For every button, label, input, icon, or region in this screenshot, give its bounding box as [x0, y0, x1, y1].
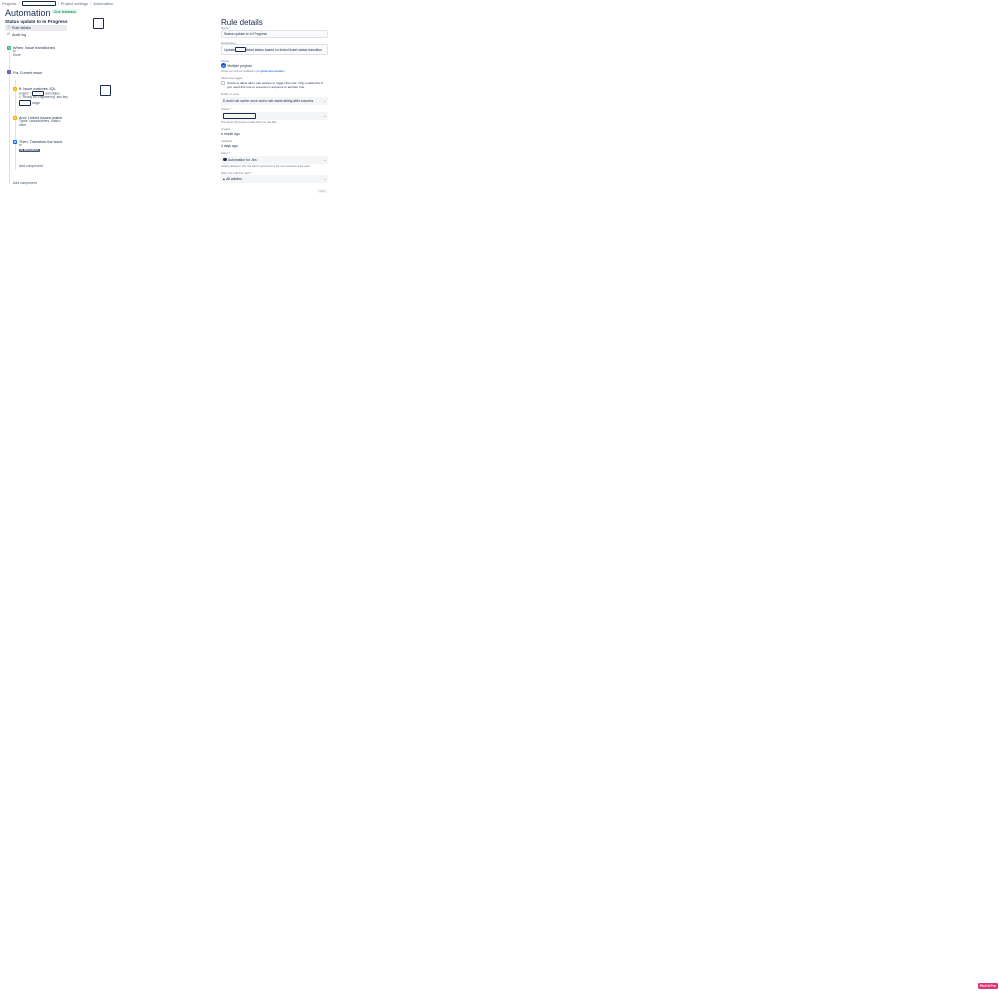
description-field[interactable]: Update ticket status based on linked tic…	[221, 44, 328, 55]
projects-icon: ⊞	[221, 63, 226, 68]
actor-label: Actor *	[221, 151, 230, 155]
updated-label: Updated	[221, 139, 232, 143]
chevron-down-icon: ⌄	[323, 157, 326, 162]
scope-value: Multiple projects	[227, 63, 253, 68]
placeholder-box	[93, 18, 104, 29]
branch-step[interactable]: For Current issue	[13, 71, 42, 75]
info-icon: ⓘ	[7, 25, 11, 30]
description-suffix: ticket status based on linked ticket sta…	[245, 47, 323, 52]
action-icon: ⇄	[13, 140, 17, 144]
trigger-icon: ↯	[7, 46, 11, 50]
allow-trigger-text-line: you need this rule to execute in respons…	[227, 85, 306, 90]
edit-permission-value: All admins	[226, 177, 242, 181]
actor-value: Automation for Jira	[228, 157, 257, 162]
sidebar-item-audit-log[interactable]: ↺ Audit log	[5, 32, 67, 38]
add-component-outer-button[interactable]: Add component	[13, 181, 37, 185]
breadcrumb-project-redacted[interactable]	[21, 1, 56, 6]
watermark-badge: Pixlr'd Pro	[978, 983, 998, 989]
actor-value-row: Automation for Jira	[223, 158, 256, 162]
chevron-down-icon: ⌄	[323, 177, 326, 181]
redacted-text	[234, 46, 246, 53]
scope-value-row: ⊞ Multiple projects	[221, 63, 252, 68]
trigger-title: When: Issue transitioned	[13, 46, 55, 50]
condition-line: range	[19, 99, 69, 106]
breadcrumb-projects[interactable]: Projects	[2, 1, 16, 6]
save-button[interactable]: Save	[317, 189, 327, 193]
page-title: Automation	[5, 8, 51, 18]
name-field[interactable]: Status update to In Progress	[221, 30, 328, 38]
actor-select[interactable]: Automation for Jira ⌄	[221, 155, 328, 164]
add-component-inner-button[interactable]: Add component	[19, 164, 43, 168]
condition-text: range	[31, 100, 41, 105]
sidebar-item-label: Rule details	[12, 25, 31, 30]
breadcrumb-separator: /	[18, 1, 20, 6]
global-administration-link[interactable]: global administration	[261, 70, 285, 73]
breadcrumb-separator: /	[57, 1, 59, 6]
redacted-text	[19, 99, 31, 106]
sidebar-item-label: Audit log	[12, 32, 26, 37]
placeholder-box	[100, 85, 111, 96]
status-lozenge: IN PROGRESS	[19, 148, 41, 152]
action-title: Then: Transition the issue	[19, 140, 63, 144]
chevron-down-icon: ⌄	[323, 98, 326, 103]
scope-help-text: Scope can only be modified in the	[221, 70, 261, 73]
creator-value: a month ago	[221, 132, 240, 136]
linked-condition-icon: ⋔	[13, 116, 17, 120]
notify-label: Notify on error	[221, 92, 240, 96]
scope-help: Scope can only be modified in the global…	[221, 70, 284, 73]
owner-select[interactable]: ⌄	[221, 111, 328, 120]
owner-help: The owner will receive emails when the r…	[221, 121, 278, 124]
trigger-line: Done	[13, 52, 21, 57]
updated-value: 4 days ago	[221, 144, 238, 148]
allow-trigger-text: Check to allow other rule actions to tri…	[227, 81, 323, 89]
allow-trigger-label: Allow rule trigger	[221, 76, 243, 80]
condition-icon: ⋔	[13, 87, 17, 91]
notify-value: E-mail rule owner once when rule starts …	[223, 98, 314, 103]
trigger-step[interactable]: When: Issue transitioned to Done	[13, 46, 55, 58]
feedback-button[interactable]: Give feedback	[52, 9, 78, 14]
transition-action-step[interactable]: Then: Transition the issue to IN PROGRES…	[19, 140, 64, 152]
breadcrumb-project-settings[interactable]: Project settings	[61, 1, 88, 6]
branch-connector	[15, 80, 16, 170]
history-icon: ↺	[7, 32, 10, 37]
name-value: Status update to In Progress	[224, 32, 267, 36]
rule-name-heading: Status update to In Progress	[5, 19, 68, 24]
automation-avatar-icon	[223, 157, 227, 162]
jql-condition-step[interactable]: If: Issue matches JQL project = and stat…	[19, 87, 69, 106]
chevron-down-icon: ⌄	[323, 113, 326, 118]
description-prefix: Update	[224, 47, 235, 52]
sidebar-item-rule-details[interactable]: ⓘ Rule details	[5, 25, 67, 31]
edit-permission-select[interactable]: 🔒︎ All admins ⌄	[221, 175, 328, 183]
breadcrumb-automation[interactable]: Automation	[93, 1, 113, 6]
owner-label: Owner *	[221, 107, 232, 111]
actor-help: Actions defined in this rule will be per…	[221, 164, 311, 168]
allow-trigger-checkbox[interactable]	[221, 81, 225, 85]
branch-icon: ⑂	[7, 70, 11, 74]
redacted-owner	[223, 112, 256, 119]
lock-icon: 🔒︎	[223, 177, 225, 181]
notify-select[interactable]: E-mail rule owner once when rule starts …	[221, 96, 328, 105]
creator-label: Creator	[221, 127, 231, 131]
linked-issues-step[interactable]: And: Linked issues match Types: causes/d…	[19, 116, 69, 128]
linked-line: done	[19, 122, 27, 127]
edit-permission-value-row: 🔒︎ All admins	[223, 177, 242, 181]
edit-permission-label: Who can edit this rule? *	[221, 170, 253, 175]
breadcrumb-separator: /	[90, 1, 92, 6]
branch-title: For Current issue	[13, 70, 43, 75]
breadcrumb: Projects / / Project settings / Automati…	[2, 1, 113, 6]
